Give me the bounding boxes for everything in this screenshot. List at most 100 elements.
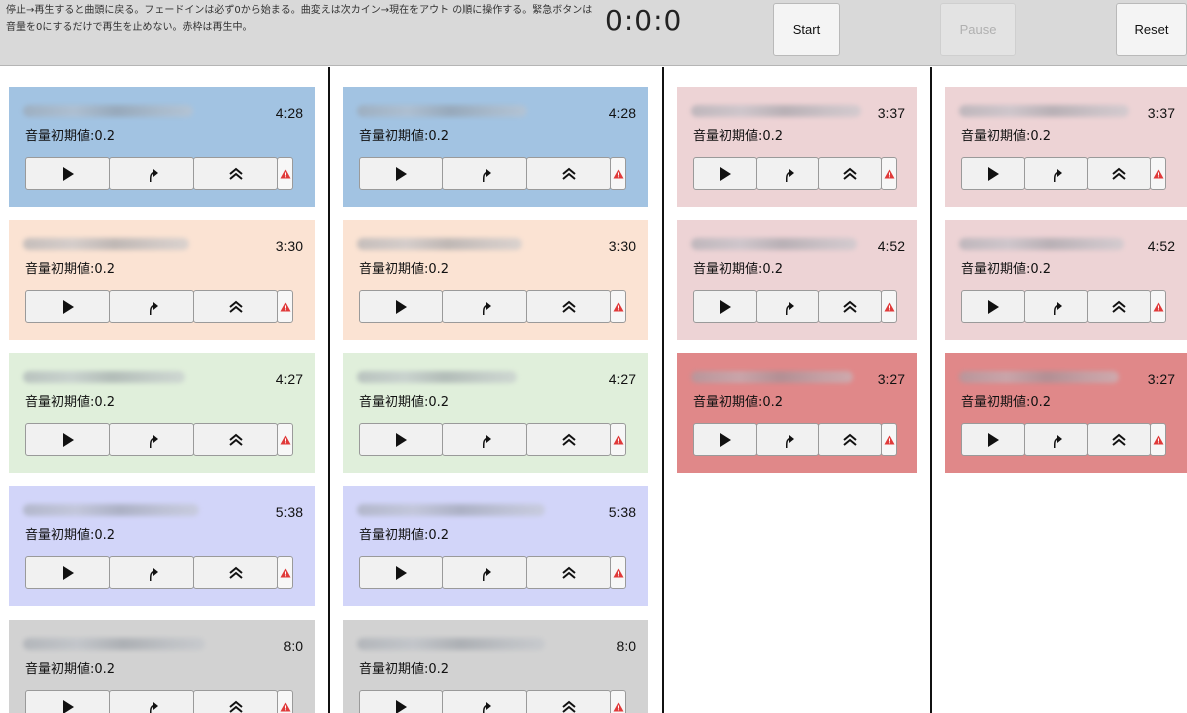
fade-out-button[interactable] xyxy=(193,157,278,190)
emergency-mute-button[interactable] xyxy=(881,157,897,190)
fade-in-button[interactable] xyxy=(442,690,527,713)
fade-out-button[interactable] xyxy=(1087,423,1151,456)
blurred-track-title xyxy=(959,371,1119,383)
warning-icon xyxy=(280,169,291,179)
track-controls xyxy=(359,690,626,713)
fade-out-button[interactable] xyxy=(193,690,278,713)
initial-volume-label: 音量初期値:0.2 xyxy=(25,528,116,543)
fade-out-button[interactable] xyxy=(193,290,278,323)
emergency-mute-button[interactable] xyxy=(610,556,626,589)
play-button[interactable] xyxy=(961,157,1025,190)
emergency-mute-button[interactable] xyxy=(610,690,626,713)
fade-in-button[interactable] xyxy=(442,423,527,456)
fade-in-button[interactable] xyxy=(756,157,819,190)
fade-out-button[interactable] xyxy=(1087,290,1151,323)
fade-out-button[interactable] xyxy=(526,690,611,713)
fade-in-button[interactable] xyxy=(109,157,194,190)
fade-out-icon xyxy=(228,299,244,315)
track-card: 4:28 音量初期値:0.2 xyxy=(343,87,648,207)
track-card: 3:37 音量初期値:0.2 xyxy=(677,87,917,207)
fade-out-button[interactable] xyxy=(818,157,882,190)
fade-in-button[interactable] xyxy=(1024,157,1088,190)
play-button[interactable] xyxy=(961,290,1025,323)
play-button[interactable] xyxy=(693,423,757,456)
warning-icon xyxy=(1153,435,1164,445)
fade-out-button[interactable] xyxy=(193,423,278,456)
fade-out-button[interactable] xyxy=(526,556,611,589)
fade-out-button[interactable] xyxy=(526,157,611,190)
emergency-mute-button[interactable] xyxy=(881,423,897,456)
fade-in-button[interactable] xyxy=(442,290,527,323)
emergency-mute-button[interactable] xyxy=(1150,423,1166,456)
fade-in-button[interactable] xyxy=(1024,423,1088,456)
emergency-mute-button[interactable] xyxy=(277,556,293,589)
initial-volume-label: 音量初期値:0.2 xyxy=(359,395,450,410)
emergency-mute-button[interactable] xyxy=(277,157,293,190)
fade-out-icon xyxy=(842,166,858,182)
blurred-track-title xyxy=(357,504,545,516)
fade-out-button[interactable] xyxy=(526,423,611,456)
fade-in-button[interactable] xyxy=(442,556,527,589)
play-button[interactable] xyxy=(359,556,443,589)
warning-icon xyxy=(613,568,624,578)
emergency-mute-button[interactable] xyxy=(610,290,626,323)
track-duration: 4:52 xyxy=(1147,238,1175,254)
emergency-mute-button[interactable] xyxy=(881,290,897,323)
track-duration: 5:38 xyxy=(608,504,636,520)
play-button[interactable] xyxy=(359,423,443,456)
reset-button[interactable]: Reset xyxy=(1116,3,1187,56)
control-header: 停止→再生すると曲頭に戻る。フェードインは必ず0から始まる。曲変えは次カイン→現… xyxy=(0,0,1187,66)
fade-in-button[interactable] xyxy=(109,423,194,456)
track-controls xyxy=(25,157,293,190)
track-duration: 3:27 xyxy=(877,371,905,387)
track-controls xyxy=(693,157,897,190)
warning-icon xyxy=(613,302,624,312)
track-duration: 3:30 xyxy=(275,238,303,254)
emergency-mute-button[interactable] xyxy=(1150,290,1166,323)
play-button[interactable] xyxy=(693,290,757,323)
play-button[interactable] xyxy=(961,423,1025,456)
warning-icon xyxy=(1153,169,1164,179)
play-button[interactable] xyxy=(25,290,110,323)
fade-out-button[interactable] xyxy=(818,423,882,456)
fade-out-button[interactable] xyxy=(818,290,882,323)
fade-out-icon xyxy=(1111,166,1127,182)
emergency-mute-button[interactable] xyxy=(610,157,626,190)
play-button[interactable] xyxy=(693,157,757,190)
play-button[interactable] xyxy=(25,690,110,713)
play-icon xyxy=(60,299,76,315)
play-button[interactable] xyxy=(25,423,110,456)
fade-in-button[interactable] xyxy=(1024,290,1088,323)
fade-out-icon xyxy=(561,166,577,182)
initial-volume-label: 音量初期値:0.2 xyxy=(25,395,116,410)
track-duration: 3:37 xyxy=(877,105,905,121)
blurred-track-title xyxy=(23,638,205,650)
blurred-track-title xyxy=(357,238,522,250)
fade-out-button[interactable] xyxy=(1087,157,1151,190)
fade-in-button[interactable] xyxy=(109,690,194,713)
emergency-mute-button[interactable] xyxy=(610,423,626,456)
fade-out-button[interactable] xyxy=(193,556,278,589)
emergency-mute-button[interactable] xyxy=(1150,157,1166,190)
fade-in-button[interactable] xyxy=(109,556,194,589)
emergency-mute-button[interactable] xyxy=(277,290,293,323)
fade-out-button[interactable] xyxy=(526,290,611,323)
play-button[interactable] xyxy=(25,556,110,589)
track-controls xyxy=(25,290,293,323)
play-button[interactable] xyxy=(25,157,110,190)
fade-in-button[interactable] xyxy=(442,157,527,190)
emergency-mute-button[interactable] xyxy=(277,423,293,456)
fade-out-icon xyxy=(842,432,858,448)
fade-in-button[interactable] xyxy=(756,423,819,456)
fade-in-button[interactable] xyxy=(109,290,194,323)
fade-in-button[interactable] xyxy=(756,290,819,323)
play-button[interactable] xyxy=(359,290,443,323)
fade-in-icon xyxy=(1049,298,1063,316)
play-button[interactable] xyxy=(359,157,443,190)
emergency-mute-button[interactable] xyxy=(277,690,293,713)
play-icon xyxy=(985,432,1001,448)
play-button[interactable] xyxy=(359,690,443,713)
start-button[interactable]: Start xyxy=(773,3,840,56)
pause-button[interactable]: Pause xyxy=(940,3,1016,56)
play-icon xyxy=(60,166,76,182)
